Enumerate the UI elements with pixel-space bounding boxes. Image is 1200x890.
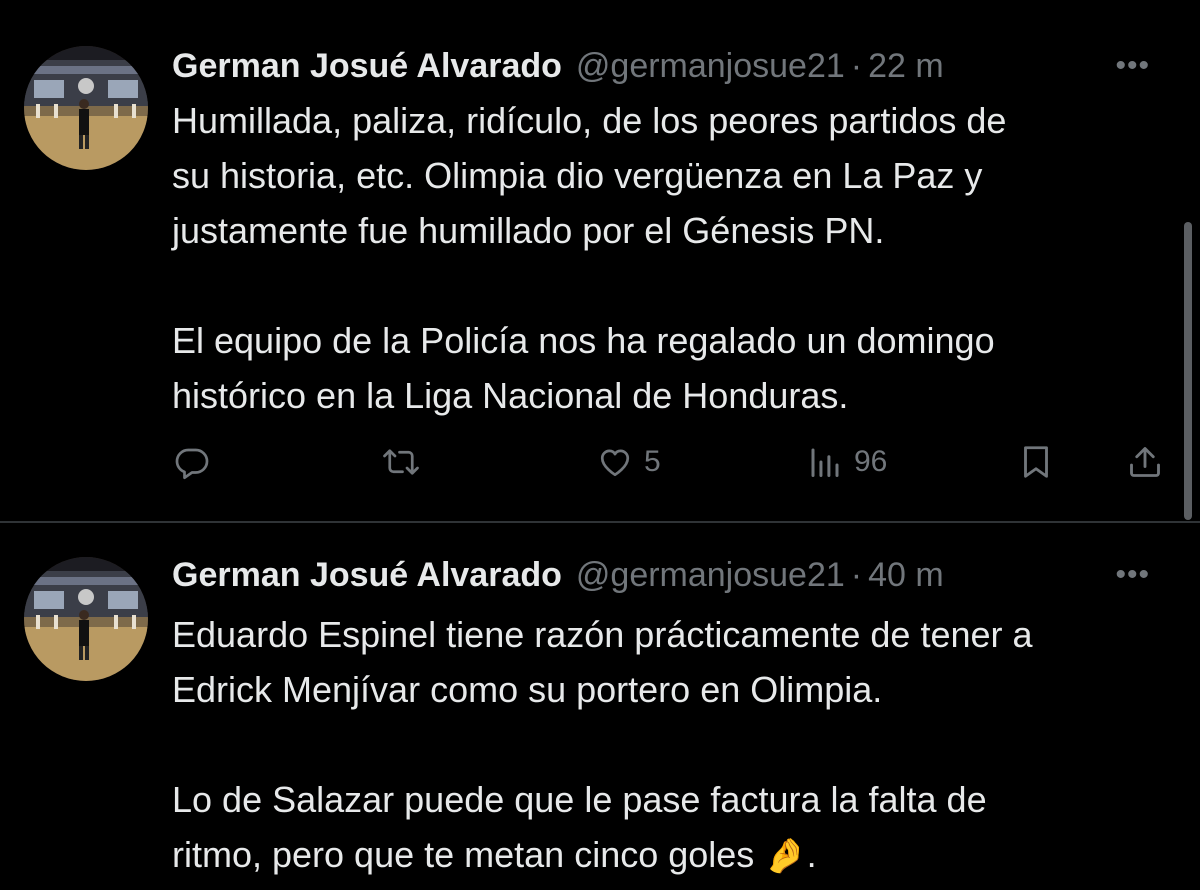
- avatar[interactable]: [24, 557, 148, 681]
- tweet-paragraph: Humillada, paliza, ridículo, de los peor…: [172, 93, 1172, 258]
- bookmark-button[interactable]: [1018, 440, 1054, 484]
- more-horizontal-icon[interactable]: •••: [1115, 44, 1150, 88]
- author-handle[interactable]: @germanjosue21: [576, 44, 845, 88]
- like-count: 5: [644, 445, 661, 478]
- author-name[interactable]: German Josué Alvarado: [172, 44, 562, 88]
- text-line: Eduardo Espinel tiene razón prácticament…: [172, 614, 1033, 655]
- text-line: El equipo de la Policía nos ha regalado …: [172, 320, 995, 361]
- scrollbar[interactable]: [1184, 222, 1192, 520]
- tweet-timestamp[interactable]: 40 m: [868, 553, 944, 597]
- separator-dot: ·: [850, 556, 863, 594]
- avatar-photo: [24, 46, 148, 170]
- pinched-fingers-emoji: 🤌: [764, 837, 807, 875]
- author-handle[interactable]: @germanjosue21: [576, 553, 845, 597]
- share-button[interactable]: [1127, 440, 1163, 484]
- text-line-end: .: [806, 834, 817, 875]
- text-line: Humillada, paliza, ridículo, de los peor…: [172, 100, 1007, 141]
- text-line-content: ritmo, pero que te metan cinco goles: [172, 834, 755, 875]
- tweet-header: German Josué Alvarado @germanjosue21 · 2…: [172, 44, 1160, 88]
- reply-icon: [175, 448, 209, 480]
- views-count: 96: [854, 445, 888, 478]
- tweet-actions: 5 96: [172, 440, 1172, 484]
- text-line: Lo de Salazar puede que le pase factura …: [172, 779, 987, 820]
- retweet-button[interactable]: [382, 440, 420, 484]
- retweet-icon: [383, 449, 419, 475]
- tweet-paragraph: El equipo de la Policía nos ha regalado …: [172, 313, 1172, 423]
- views-icon: [811, 448, 839, 477]
- views-button[interactable]: 96: [806, 440, 887, 484]
- tweet-timestamp[interactable]: 22 m: [868, 44, 944, 88]
- text-line: ritmo, pero que te metan cinco goles 🤌.: [172, 827, 1172, 884]
- avatar-photo: [24, 557, 148, 681]
- author-name[interactable]: German Josué Alvarado: [172, 553, 562, 597]
- text-line: justamente fue humillado por el Génesis …: [172, 210, 885, 251]
- more-horizontal-icon[interactable]: •••: [1115, 553, 1150, 597]
- avatar[interactable]: [24, 46, 148, 170]
- tweet-text: Humillada, paliza, ridículo, de los peor…: [172, 93, 1172, 423]
- text-line: su historia, etc. Olimpia dio vergüenza …: [172, 155, 983, 196]
- bookmark-icon: [1024, 446, 1048, 478]
- text-line: histórico en la Liga Nacional de Hondura…: [172, 375, 849, 416]
- tweet[interactable]: German Josué Alvarado @germanjosue21 · 2…: [0, 0, 1200, 522]
- tweet-header: German Josué Alvarado @germanjosue21 · 4…: [172, 553, 1160, 597]
- tweet[interactable]: German Josué Alvarado @germanjosue21 · 4…: [0, 523, 1200, 890]
- reply-button[interactable]: [174, 440, 210, 484]
- separator-dot: ·: [850, 47, 863, 85]
- like-button[interactable]: 5: [596, 440, 661, 484]
- share-icon: [1130, 447, 1160, 477]
- tweet-paragraph: Eduardo Espinel tiene razón prácticament…: [172, 607, 1172, 717]
- tweet-paragraph: Lo de Salazar puede que le pase factura …: [172, 772, 1172, 884]
- tweet-text: Eduardo Espinel tiene razón prácticament…: [172, 607, 1172, 884]
- text-line: Edrick Menjívar como su portero en Olimp…: [172, 669, 883, 710]
- heart-icon: [600, 449, 630, 477]
